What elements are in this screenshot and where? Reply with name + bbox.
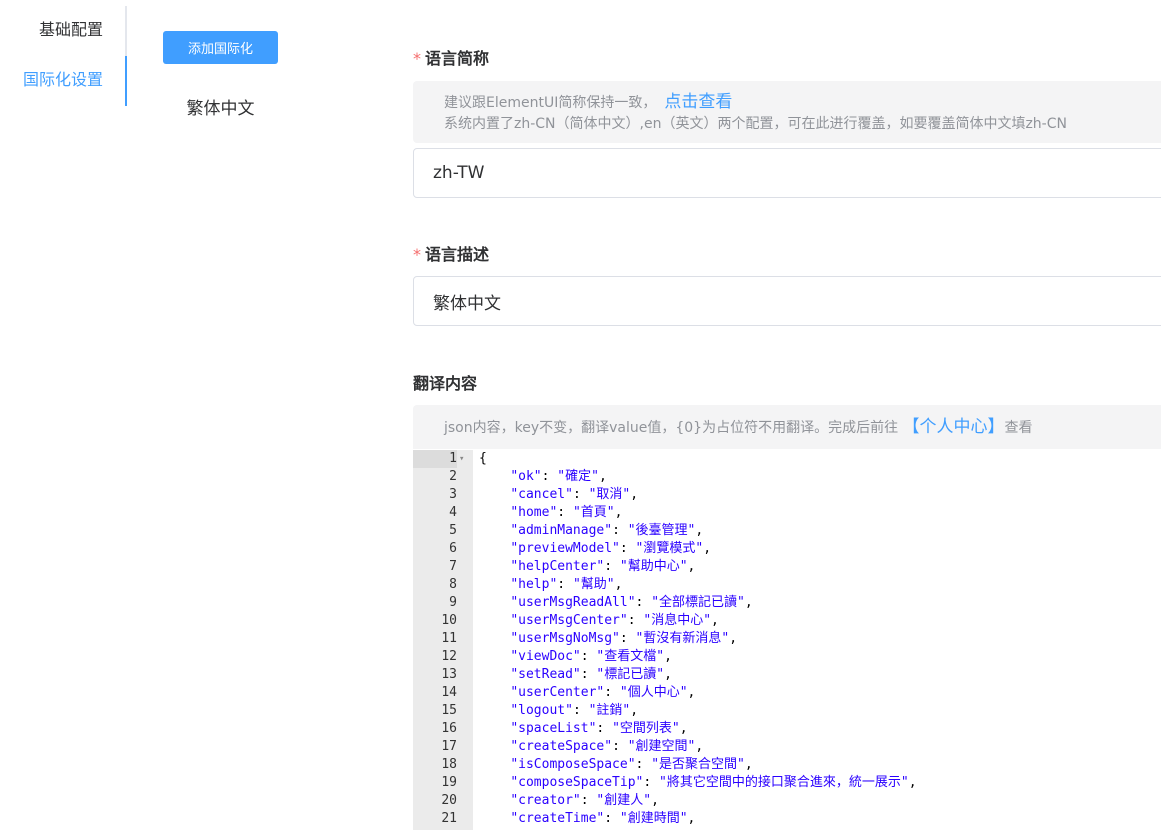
line-number: 13 (441, 667, 457, 682)
short-name-tip-text: 建议跟ElementUI简称保持一致， (444, 95, 657, 111)
code-line: 1 ▾ { (413, 450, 1161, 468)
short-name-tip-text-2: 系统内置了zh-CN（简体中文）,en（英文）两个配置，可在此进行覆盖，如要覆盖… (444, 116, 1067, 132)
line-code: "previewModel": "瀏覽模式", (510, 541, 712, 556)
translation-tip-text: json内容，key不变，翻译value值，{0}为占位符不用翻译。完成后前往 (444, 420, 903, 436)
code-line: 18 "isComposeSpace": "是否聚合空間", (413, 756, 1161, 774)
line-number: 8 (449, 577, 457, 592)
line-number: 16 (441, 721, 457, 736)
code-line: 2 "ok": "確定", (413, 468, 1161, 486)
code-line: 8 "help": "幫助", (413, 576, 1161, 594)
line-code: "adminManage": "後臺管理", (510, 523, 704, 538)
line-number: 1 (413, 450, 457, 468)
line-code: "creator": "創建人", (510, 793, 659, 808)
line-number: 5 (449, 523, 457, 538)
translation-label: 翻译内容 (413, 374, 478, 393)
line-code: "viewDoc": "查看文檔", (510, 649, 672, 664)
line-code: "createSpace": "創建空間", (510, 739, 704, 754)
add-i18n-button[interactable]: 添加国际化 (163, 31, 278, 64)
json-code-editor[interactable]: 1 ▾{2 "ok": "確定", 3 "cancel": "取消", 4 "home… (413, 450, 1161, 830)
code-line: 7 "helpCenter": "幫助中心", (413, 558, 1161, 576)
user-center-link[interactable]: 【个人中心】 (903, 417, 1005, 437)
line-number: 10 (441, 613, 457, 628)
code-line: 16 "spaceList": "空間列表", (413, 720, 1161, 738)
code-line: 12 "viewDoc": "查看文檔", (413, 648, 1161, 666)
description-input[interactable] (413, 276, 1161, 326)
short-name-label: * 语言简称 (413, 49, 490, 68)
line-number: 20 (441, 793, 457, 808)
line-code: "home": "首頁", (510, 505, 623, 520)
translation-tip-suffix: 查看 (1004, 420, 1033, 436)
line-code: "spaceList": "空間列表", (510, 721, 688, 736)
line-number: 4 (449, 505, 457, 520)
settings-tabs: 基础配置 国际化设置 (0, 6, 127, 106)
code-line: 10 "userMsgCenter": "消息中心", (413, 612, 1161, 630)
line-code: "userMsgNoMsg": "暫沒有新消息", (510, 631, 738, 646)
line-number: 19 (441, 775, 457, 790)
line-code: "composeSpaceTip": "將其它空間中的接口聚合進來，統一展示", (510, 775, 917, 790)
line-number: 2 (449, 469, 457, 484)
required-mark: * (413, 49, 421, 68)
code-line: 21 "createTime": "創建時間", (413, 810, 1161, 828)
active-tab-indicator (125, 56, 127, 106)
line-number: 15 (441, 703, 457, 718)
line-code: "help": "幫助", (510, 577, 623, 592)
line-number: 18 (441, 757, 457, 772)
tab-basic-config[interactable]: 基础配置 (0, 6, 127, 56)
line-code: "userMsgReadAll": "全部標記已讀", (510, 595, 753, 610)
line-number: 12 (441, 649, 457, 664)
line-number: 7 (449, 559, 457, 574)
line-number: 17 (441, 739, 457, 754)
required-mark: * (413, 245, 421, 264)
line-code: { (479, 451, 487, 466)
tab-i18n-settings[interactable]: 国际化设置 (0, 56, 127, 106)
line-code: "cancel": "取消", (510, 487, 639, 502)
line-code: "createTime": "創建時間", (510, 811, 696, 826)
code-line: 11 "userMsgNoMsg": "暫沒有新消息", (413, 630, 1161, 648)
line-code: "userMsgCenter": "消息中心", (510, 613, 719, 628)
code-line: 15 "logout": "註銷", (413, 702, 1161, 720)
code-line: 19 "composeSpaceTip": "將其它空間中的接口聚合進來，統一展… (413, 774, 1161, 792)
line-code: "logout": "註銷", (510, 703, 639, 718)
line-code: "ok": "確定", (510, 469, 607, 484)
code-line: 3 "cancel": "取消", (413, 486, 1161, 504)
code-line: 4 "home": "首頁", (413, 504, 1161, 522)
code-line: 5 "adminManage": "後臺管理", (413, 522, 1161, 540)
language-item-zh-tw[interactable]: 繁体中文 (163, 94, 278, 119)
short-name-input[interactable] (413, 148, 1161, 198)
line-number: 21 (441, 811, 457, 826)
description-label: * 语言描述 (413, 245, 490, 264)
language-list: 添加国际化 繁体中文 (163, 31, 278, 119)
fold-toggle-icon[interactable]: ▾ (459, 450, 464, 468)
line-number: 14 (441, 685, 457, 700)
line-number: 11 (441, 631, 457, 646)
line-number: 6 (449, 541, 457, 556)
line-number: 3 (449, 487, 457, 502)
code-line: 13 "setRead": "標記已讀", (413, 666, 1161, 684)
line-code: "isComposeSpace": "是否聚合空間", (510, 757, 753, 772)
line-number: 9 (449, 595, 457, 610)
code-line: 20 "creator": "創建人", (413, 792, 1161, 810)
translation-tip: json内容，key不变，翻译value值，{0}为占位符不用翻译。完成后前往 … (413, 405, 1161, 449)
line-code: "userCenter": "個人中心", (510, 685, 696, 700)
code-line: 9 "userMsgReadAll": "全部標記已讀", (413, 594, 1161, 612)
line-code: "setRead": "標記已讀", (510, 667, 672, 682)
short-name-tip: 建议跟ElementUI简称保持一致， 点击查看 系统内置了zh-CN（简体中文）… (413, 81, 1161, 143)
line-code: "helpCenter": "幫助中心", (510, 559, 696, 574)
code-line: 17 "createSpace": "創建空間", (413, 738, 1161, 756)
code-line: 14 "userCenter": "個人中心", (413, 684, 1161, 702)
view-link[interactable]: 点击查看 (664, 92, 732, 112)
code-line: 6 "previewModel": "瀏覽模式", (413, 540, 1161, 558)
